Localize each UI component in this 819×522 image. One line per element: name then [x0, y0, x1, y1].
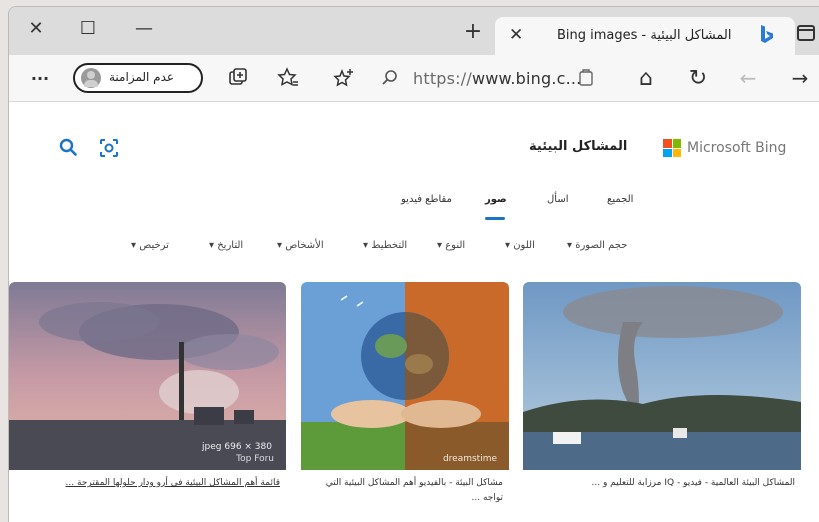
title-bar: ✕ ☐ — + ✕ المشاكل البيئية - Bing images	[9, 7, 819, 55]
result-caption[interactable]: مشاكل البيئة - بالفيديو أهم المشاكل البي…	[307, 476, 503, 506]
minimize-window-button[interactable]: —	[131, 15, 157, 41]
image-result[interactable]: المشاكل البيئة العالمية - فيديو - IQ مرز…	[523, 282, 801, 498]
filter-layout[interactable]: التخطيط ▾	[363, 240, 407, 251]
search-icon[interactable]	[377, 65, 403, 91]
home-button[interactable]: ⌂	[633, 65, 659, 91]
image-result[interactable]: dreamstime مشاكل البيئة - بالفيديو أهم ا…	[301, 282, 509, 503]
browser-window: ✕ ☐ — + ✕ المشاكل البيئية - Bing images …	[8, 6, 819, 522]
bing-logo[interactable]: Microsoft Bing	[663, 139, 786, 157]
refresh-button[interactable]: ↻	[685, 65, 711, 91]
brand-name: Microsoft Bing	[687, 140, 787, 156]
result-caption[interactable]: المشاكل البيئة العالمية - فيديو - IQ مرز…	[529, 476, 795, 491]
filter-type[interactable]: النوع ▾	[437, 240, 465, 251]
bing-images-page: Microsoft Bing المشاكل البيئية الجميع اس…	[9, 102, 819, 522]
filter-license[interactable]: ترخيص ▾	[131, 240, 169, 251]
profile-sync-status: عدم المزامنة	[109, 70, 175, 84]
reading-view-icon[interactable]	[573, 65, 599, 91]
tab-images[interactable]: صور	[485, 194, 507, 205]
filter-people[interactable]: الأشخاص ▾	[277, 240, 324, 251]
filter-image-size[interactable]: حجم الصورة ▾	[567, 240, 627, 251]
url-scheme: https://	[413, 69, 472, 88]
more-menu-button[interactable]: ···	[27, 65, 53, 91]
result-thumbnail[interactable]	[523, 282, 801, 470]
tab-all[interactable]: الجميع	[607, 194, 633, 205]
image-result[interactable]: jpeg 696 × 380 Top Foru قائمة أهم المشاك…	[9, 282, 286, 498]
address-bar[interactable]: https://www.bing.c...	[413, 69, 581, 88]
tab-close-button[interactable]: ✕	[509, 25, 523, 45]
avatar	[81, 68, 101, 88]
close-window-button[interactable]: ✕	[23, 15, 49, 41]
tab-actions-menu-icon[interactable]	[797, 25, 815, 41]
new-tab-button[interactable]: +	[461, 19, 485, 44]
result-thumbnail[interactable]: dreamstime	[301, 282, 509, 470]
filter-date[interactable]: التاريخ ▾	[209, 240, 243, 251]
add-favorite-icon[interactable]	[331, 65, 357, 91]
url-host: www.bing.c...	[471, 69, 582, 88]
restore-window-button[interactable]: ☐	[75, 15, 101, 41]
collections-icon[interactable]	[225, 65, 251, 91]
forward-button[interactable]: ←	[735, 65, 761, 91]
result-thumbnail[interactable]: jpeg 696 × 380 Top Foru	[9, 282, 286, 470]
profile-button[interactable]: عدم المزامنة	[73, 63, 203, 93]
result-caption[interactable]: قائمة أهم المشاكل البيئية في أرو ودار حل…	[20, 476, 280, 491]
image-size-label: jpeg 696 × 380	[202, 442, 272, 452]
active-tab-indicator	[485, 217, 505, 220]
microsoft-logo-icon	[663, 139, 681, 157]
favorites-icon[interactable]	[275, 65, 301, 91]
filter-color[interactable]: اللون ▾	[505, 240, 535, 251]
visual-search-icon[interactable]	[99, 138, 119, 158]
image-source-label: dreamstime	[442, 454, 497, 464]
bing-favicon-icon	[761, 25, 773, 43]
filter-bar: حجم الصورة ▾ اللون ▾ النوع ▾ التخطيط ▾ ا…	[117, 240, 637, 254]
active-tab[interactable]: ✕ المشاكل البيئية - Bing images	[495, 17, 795, 55]
back-button[interactable]: →	[787, 65, 813, 91]
browser-toolbar: ··· عدم المزامنة https://www.bing.c... ⌂…	[9, 55, 819, 102]
search-query[interactable]: المشاكل البيئية	[529, 139, 627, 154]
image-source-label: Top Foru	[236, 454, 274, 464]
tab-copilot[interactable]: اسأل	[547, 194, 568, 205]
tab-title: المشاكل البيئية - Bing images	[557, 28, 732, 43]
tab-videos[interactable]: مقاطع فيديو	[401, 194, 452, 205]
search-submit-icon[interactable]	[59, 138, 77, 156]
